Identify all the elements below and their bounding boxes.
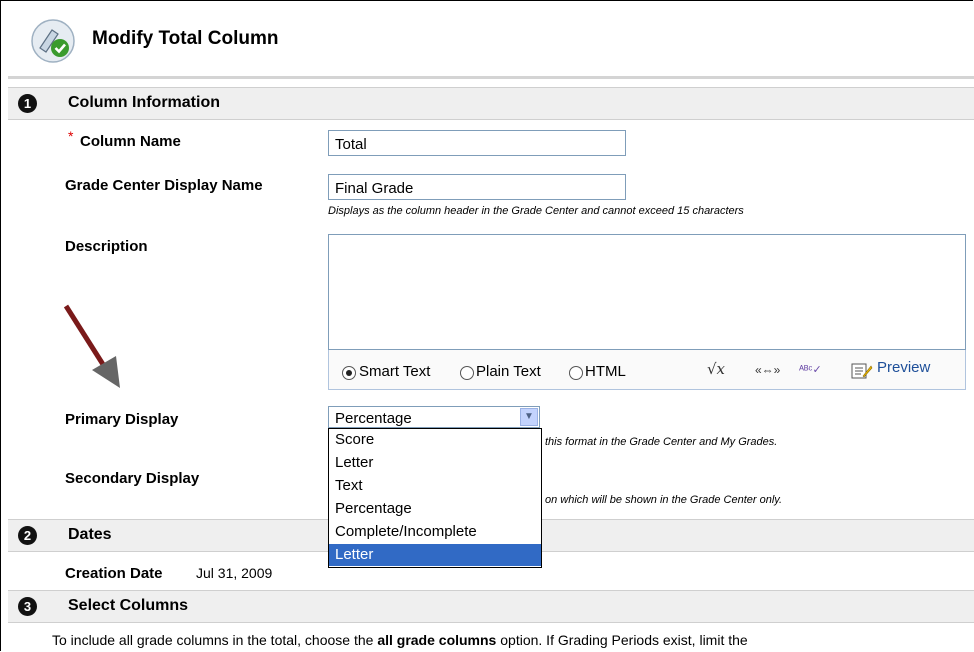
html-label[interactable]: HTML <box>585 363 626 380</box>
dropdown-option-letter-highlighted[interactable]: Letter <box>329 544 541 566</box>
section-select-columns: 3 Select Columns <box>8 590 974 623</box>
display-name-label: Grade Center Display Name <box>65 177 263 194</box>
smart-text-label[interactable]: Smart Text <box>359 363 430 380</box>
preview-link[interactable]: Preview <box>877 359 930 376</box>
section-title: Column Information <box>68 94 220 111</box>
dropdown-option-letter[interactable]: Letter <box>329 452 541 474</box>
dropdown-option-complete-incomplete[interactable]: Complete/Incomplete <box>329 521 541 543</box>
smart-text-radio[interactable] <box>342 366 356 380</box>
column-name-input[interactable]: Total <box>328 130 626 156</box>
preview-icon[interactable] <box>851 362 873 380</box>
chevron-down-icon[interactable]: ▼ <box>520 408 538 426</box>
dropdown-option-percentage[interactable]: Percentage <box>329 498 541 520</box>
link-icon[interactable]: «⇔» <box>755 363 780 377</box>
section-title: Select Columns <box>68 597 189 614</box>
select-columns-instructions: To include all grade columns in the tota… <box>52 632 748 648</box>
header-divider <box>8 76 974 79</box>
section-column-information: 1 Column Information <box>8 87 974 120</box>
dropdown-option-text[interactable]: Text <box>329 475 541 497</box>
math-icon[interactable]: √x <box>707 360 725 378</box>
dropdown-option-score[interactable]: Score <box>329 429 541 451</box>
section-number: 3 <box>18 597 37 616</box>
primary-display-value: Percentage <box>335 410 412 427</box>
page-header: Modify Total Column <box>0 0 974 78</box>
creation-date-value: Jul 31, 2009 <box>196 565 273 581</box>
primary-display-hint: this format in the Grade Center and My G… <box>545 436 778 448</box>
description-textarea[interactable] <box>328 234 966 350</box>
plain-text-radio[interactable] <box>460 366 474 380</box>
required-marker: * <box>68 128 74 144</box>
section-number: 2 <box>18 526 37 545</box>
page-title: Modify Total Column <box>92 28 279 49</box>
text-editor-toolbar: Smart Text Plain Text HTML √x «⇔» ᴬᴮᶜ✓ P… <box>328 350 966 390</box>
html-radio[interactable] <box>569 366 583 380</box>
modify-column-icon <box>31 19 75 63</box>
description-label: Description <box>65 238 148 255</box>
display-name-hint: Displays as the column header in the Gra… <box>328 205 744 217</box>
all-grade-columns-emphasis: all grade columns <box>377 632 497 648</box>
section-number: 1 <box>18 94 37 113</box>
spellcheck-icon[interactable]: ᴬᴮᶜ✓ <box>799 363 822 376</box>
plain-text-label[interactable]: Plain Text <box>476 363 541 380</box>
section-title: Dates <box>68 526 112 543</box>
primary-display-dropdown-list[interactable]: Score Letter Text Percentage Complete/In… <box>328 428 542 568</box>
display-name-input[interactable]: Final Grade <box>328 174 626 200</box>
primary-display-select[interactable]: Percentage ▼ <box>328 406 540 428</box>
column-name-label: Column Name <box>80 133 181 150</box>
primary-display-label: Primary Display <box>65 411 179 428</box>
creation-date-label: Creation Date <box>65 565 163 582</box>
annotation-arrow-icon <box>63 304 120 388</box>
secondary-display-hint: on which will be shown in the Grade Cent… <box>545 494 783 506</box>
secondary-display-label: Secondary Display <box>65 470 200 487</box>
